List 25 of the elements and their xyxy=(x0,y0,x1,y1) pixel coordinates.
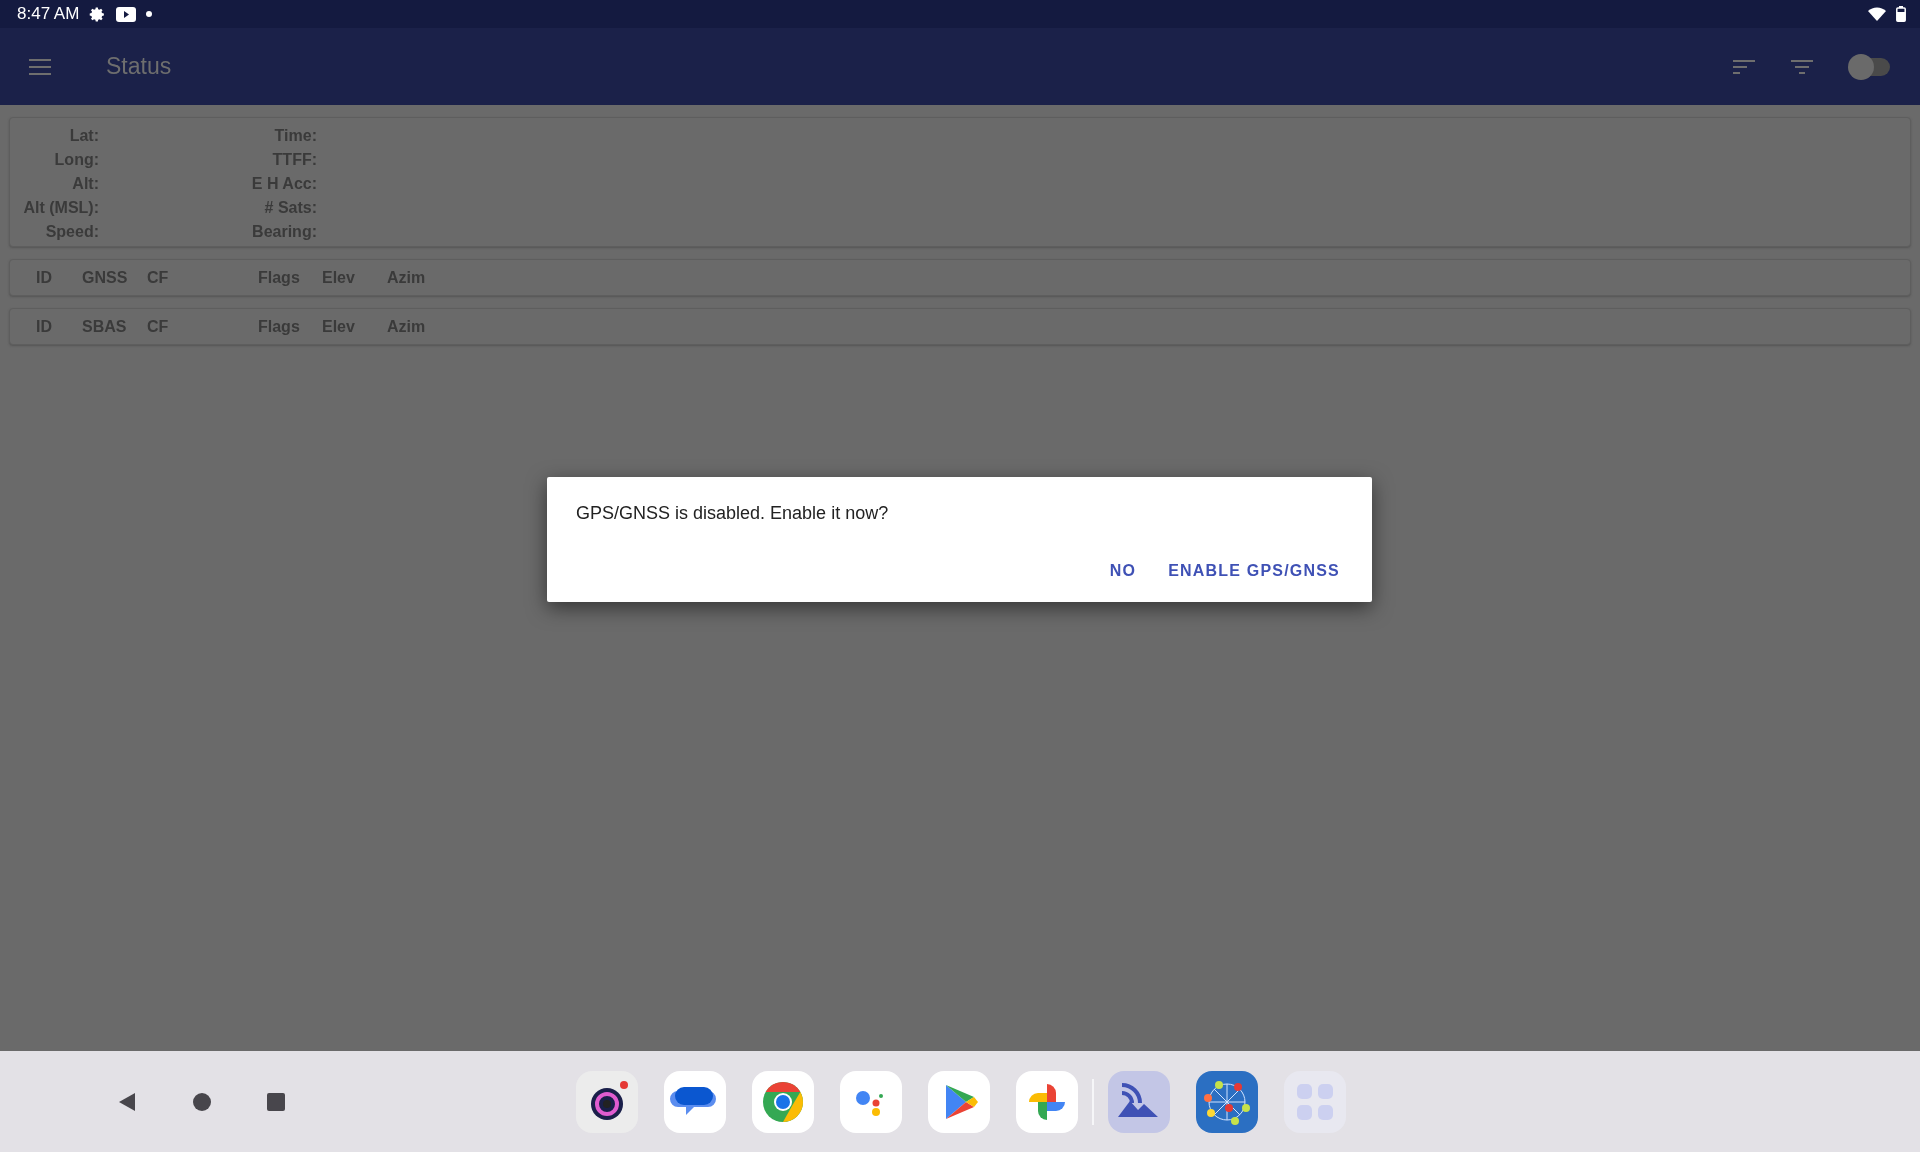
wifi-icon xyxy=(1868,7,1886,21)
dialog-button[interactable]: ENABLE GPS/GNSS xyxy=(1160,556,1348,586)
notification-dot-icon xyxy=(146,11,153,17)
filter-icon[interactable] xyxy=(1790,58,1814,75)
recents-icon[interactable] xyxy=(267,1092,285,1111)
pinwheel-icon[interactable] xyxy=(1016,1070,1078,1133)
camera-icon[interactable] xyxy=(576,1070,638,1133)
video-play-icon xyxy=(116,6,137,22)
assistant-icon[interactable] xyxy=(840,1070,902,1133)
browser-icon[interactable] xyxy=(752,1070,814,1133)
dialog-message: GPS/GNSS is disabled. Enable it now? xyxy=(576,503,890,524)
satellite-sky-icon[interactable] xyxy=(1196,1070,1258,1133)
app-title: Status xyxy=(106,53,172,80)
dialog-button[interactable]: NO xyxy=(1101,556,1145,586)
back-icon[interactable] xyxy=(117,1091,137,1112)
play-store-icon[interactable] xyxy=(928,1070,990,1133)
toggle-switch[interactable] xyxy=(1848,53,1892,80)
battery-icon xyxy=(1896,6,1906,22)
chat-bubble-icon[interactable] xyxy=(664,1070,726,1133)
landscape-icon[interactable] xyxy=(1108,1070,1170,1133)
clock: 8:47 AM xyxy=(17,4,80,24)
home-icon[interactable] xyxy=(193,1092,211,1111)
menu-icon[interactable] xyxy=(28,57,52,76)
sort-icon[interactable] xyxy=(1732,58,1756,75)
settings-icon xyxy=(89,5,107,23)
